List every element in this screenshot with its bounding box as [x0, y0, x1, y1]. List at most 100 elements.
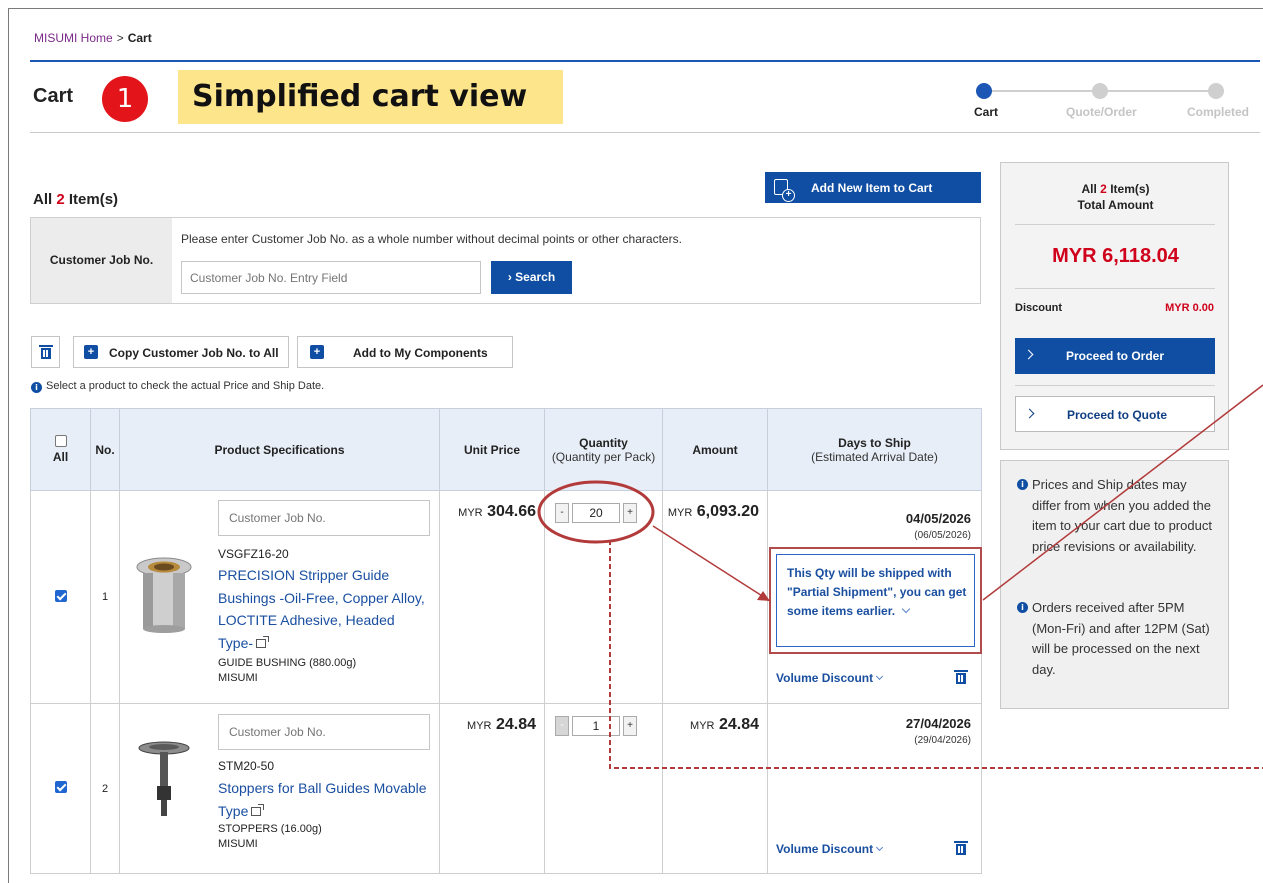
ball-guide-stopper-image[interactable] [137, 740, 191, 820]
row-checkbox[interactable] [54, 781, 67, 793]
delete-selected-button[interactable] [31, 336, 60, 368]
header-no: No. [90, 408, 120, 491]
row-job-input[interactable] [218, 714, 430, 750]
chevron-down-icon [876, 843, 884, 852]
partial-shipment-highlight: This Qty will be shipped with "Partial S… [769, 547, 982, 654]
quantity-input[interactable]: 1 [572, 716, 620, 736]
amount: MYR 24.84 [690, 716, 759, 734]
row-product-cell: VSGFZ16-20 PRECISION Stripper Guide Bush… [119, 490, 440, 704]
items-count-prefix: All [33, 191, 53, 208]
arrival-date: (06/05/2026) [914, 530, 971, 541]
breadcrumb-current: Cart [127, 31, 152, 45]
volume-discount-toggle[interactable]: Volume Discount [776, 671, 884, 685]
ship-date: 27/04/2026 [905, 716, 971, 731]
add-new-item-button[interactable]: Add New Item to Cart [765, 172, 981, 203]
header-quantity-label: Quantity [579, 435, 628, 450]
step-label-quote-order: Quote/Order [1066, 105, 1137, 119]
product-name-text: Stoppers for Ball Guides Movable Type [218, 780, 427, 819]
quantity-increase-button[interactable]: + [623, 503, 637, 523]
external-link-icon [256, 635, 270, 648]
proceed-to-order-label: Proceed to Order [1066, 349, 1165, 363]
ship-date: 04/05/2026 [905, 511, 971, 526]
customer-job-input[interactable] [181, 261, 481, 294]
unit-price: MYR 24.84 [467, 716, 536, 734]
chevron-down-icon [901, 604, 911, 614]
chevron-right-icon: › [507, 270, 512, 284]
row-checkbox[interactable] [54, 589, 67, 602]
table-header-row: All No. Product Specifications Unit Pric… [30, 408, 982, 491]
note-text: Orders received after 5PM (Mon-Fri) and … [1032, 600, 1210, 677]
quantity-input[interactable]: 20 [572, 503, 620, 523]
partial-shipment-text: This Qty will be shipped with "Partial S… [787, 566, 967, 618]
step-dot-quote-order [1092, 83, 1108, 99]
header-days-label: Days to Ship [838, 435, 911, 450]
summary-total: MYR 6,118.04 [1052, 245, 1179, 267]
header-days-sub: (Estimated Arrival Date) [811, 449, 938, 464]
product-brand: MISUMI [218, 672, 258, 684]
row-select-cell [30, 490, 91, 704]
header-unit-price: Unit Price [439, 408, 545, 491]
volume-discount-toggle[interactable]: Volume Discount [776, 842, 884, 856]
external-link-icon [251, 803, 265, 816]
header-amount: Amount [662, 408, 768, 491]
select-all-checkbox[interactable] [54, 435, 67, 447]
header-quantity-sub: (Quantity per Pack) [551, 449, 656, 464]
order-summary-panel: All 2 Item(s) Total Amount MYR 6,118.04 … [1000, 162, 1229, 450]
product-name-link[interactable]: Stoppers for Ball Guides Movable Type [218, 777, 433, 822]
partial-shipment-notice[interactable]: This Qty will be shipped with "Partial S… [776, 554, 975, 647]
product-name-link[interactable]: PRECISION Stripper Guide Bushings -Oil-F… [218, 564, 433, 654]
quantity-decrease-button[interactable]: - [555, 716, 569, 736]
row-unit-price: MYR 24.84 [439, 703, 545, 874]
items-count-suffix: Item(s) [68, 191, 119, 208]
header-select-all: All [30, 408, 91, 491]
copy-job-no-button[interactable]: + Copy Customer Job No. to All [73, 336, 289, 368]
currency: MYR [467, 720, 492, 732]
summary-divider [1015, 385, 1215, 386]
row-quantity: - 20 + [544, 490, 663, 704]
quantity-increase-button[interactable]: + [623, 716, 637, 736]
quantity-decrease-button[interactable]: - [555, 503, 569, 523]
row-amount: MYR 6,093.20 [662, 490, 768, 704]
summary-items-suffix: Item(s) [1110, 182, 1150, 196]
select-product-note: i Select a product to check the actual Pr… [31, 380, 324, 393]
quantity-stepper: - 20 + [555, 503, 639, 523]
row-product-cell: STM20-50 Stoppers for Ball Guides Movabl… [119, 703, 440, 874]
breadcrumb-separator: > [116, 31, 124, 45]
customer-job-label: Customer Job No. [31, 218, 172, 303]
items-count-value: 2 [56, 191, 65, 208]
product-name-text: PRECISION Stripper Guide Bushings -Oil-F… [218, 567, 425, 651]
search-button-label: Search [515, 270, 556, 284]
page-title: Cart [33, 85, 74, 107]
add-to-components-button[interactable]: + Add to My Components [297, 336, 513, 368]
customer-job-instruction: Please enter Customer Job No. as a whole… [181, 232, 682, 246]
row-job-input[interactable] [218, 500, 430, 536]
row-number: 2 [90, 703, 120, 874]
add-to-components-label: Add to My Components [353, 346, 488, 360]
proceed-to-order-button[interactable]: Proceed to Order [1015, 338, 1215, 374]
search-button[interactable]: › Search [491, 261, 572, 294]
arrival-date: (29/04/2026) [914, 735, 971, 746]
summary-heading: All 2 Item(s) Total Amount [1001, 181, 1230, 213]
table-row: 2 STM20-50 Stoppers for Ball Guides Mova… [30, 703, 982, 874]
breadcrumb-home-link[interactable]: MISUMI Home [34, 31, 113, 45]
proceed-to-quote-label: Proceed to Quote [1067, 408, 1168, 422]
summary-items-prefix: All [1081, 182, 1097, 196]
quantity-stepper: - 1 + [555, 716, 639, 736]
unit-price-value: 24.84 [495, 716, 536, 733]
currency: MYR [667, 507, 693, 519]
trash-icon[interactable] [954, 841, 968, 855]
step-label-completed: Completed [1187, 105, 1250, 119]
product-category: STOPPERS (16.00g) [218, 823, 322, 835]
note-item: i Prices and Ship dates may differ from … [1017, 475, 1217, 557]
guide-bushing-image[interactable] [135, 555, 193, 633]
step-dot-completed [1208, 83, 1224, 99]
trash-icon[interactable] [954, 670, 968, 684]
discount-value: MYR 0.00 [1165, 302, 1214, 314]
header-quantity: Quantity (Quantity per Pack) [544, 408, 663, 491]
row-unit-price: MYR 304.66 [439, 490, 545, 704]
product-brand: MISUMI [218, 838, 258, 850]
amount-value: 6,093.20 [696, 503, 759, 520]
row-amount: MYR 24.84 [662, 703, 768, 874]
amount: MYR 6,093.20 [668, 503, 759, 521]
proceed-to-quote-button[interactable]: Proceed to Quote [1015, 396, 1215, 432]
